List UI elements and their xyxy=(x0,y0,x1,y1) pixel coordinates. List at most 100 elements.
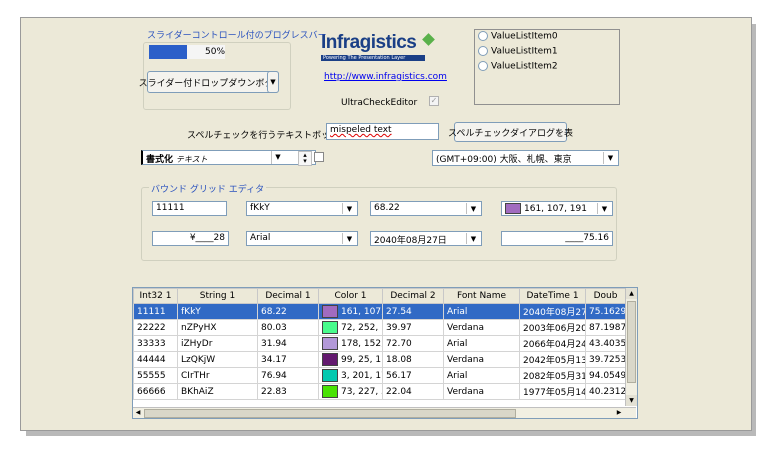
grid-cell-decimal2[interactable]: 22.04 xyxy=(382,383,444,400)
grid-cell-double[interactable]: 43.4035 xyxy=(585,335,626,352)
grid-cell-double[interactable]: 39.7253 xyxy=(585,351,626,368)
grid-cell-font[interactable]: Verdana xyxy=(443,319,520,336)
infragistics-link[interactable]: http://www.infragistics.com xyxy=(324,72,447,82)
grid-row[interactable]: 44444 LzQKjW 34.17 99, 25, 11 18.08 Verdana 20… xyxy=(133,351,626,368)
grid-cell-datetime[interactable]: 2003年06月20E xyxy=(519,319,586,336)
grid-row[interactable]: 33333 iZHyDr 31.94 178, 152, 72.70 Arial 2066年… xyxy=(133,335,626,352)
scroll-up-icon[interactable]: ▲ xyxy=(626,288,637,299)
formatted-dropdown-button[interactable]: ▼ xyxy=(271,151,284,164)
grid-cell-font[interactable]: Verdana xyxy=(443,351,520,368)
grid-cell-string[interactable]: LzQKjW xyxy=(177,351,258,368)
scroll-thumb[interactable] xyxy=(627,301,636,383)
grid-header-datetime[interactable]: DateTime 1 xyxy=(519,288,586,304)
check-editor-box[interactable]: ✓ xyxy=(429,96,439,106)
bound-string-editor[interactable]: fKkY ▼ xyxy=(246,201,358,216)
data-grid[interactable]: Int32 1 String 1 Decimal 1 Color 1 Decim… xyxy=(132,287,638,419)
grid-cell-double[interactable]: 94.0549 xyxy=(585,367,626,384)
grid-cell-color[interactable]: 72, 252, 1 xyxy=(318,319,383,336)
grid-header-color[interactable]: Color 1 xyxy=(318,288,383,304)
grid-cell-font[interactable]: Arial xyxy=(443,335,520,352)
bound-font-editor[interactable]: Arial ▼ xyxy=(246,231,358,246)
bound-editors-group xyxy=(141,187,617,261)
spell-textbox[interactable]: mispeled text xyxy=(326,123,439,140)
grid-cell-color[interactable]: 99, 25, 11 xyxy=(318,351,383,368)
bound-masked-editor[interactable]: ____75.16 xyxy=(501,231,613,246)
bound-date-editor[interactable]: 2040年08月27日 ▼ xyxy=(370,231,482,246)
formatted-text-editor[interactable]: 書式化 テキスト xyxy=(141,150,316,165)
slider-dropdown-button[interactable]: スライダー付ドロップダウンボタ xyxy=(139,71,279,93)
grid-cell-decimal1[interactable]: 76.94 xyxy=(257,367,319,384)
value-list-item-2[interactable]: ValueListItem2 xyxy=(478,61,558,72)
progress-bar[interactable]: 50% xyxy=(149,45,225,59)
grid-cell-decimal1[interactable]: 68.22 xyxy=(257,303,319,320)
grid-header-font[interactable]: Font Name xyxy=(443,288,520,304)
grid-header-decimal1[interactable]: Decimal 1 xyxy=(257,288,319,304)
grid-cell-font[interactable]: Verdana xyxy=(443,383,520,400)
bound-color-editor[interactable]: 161, 107, 191 ▼ xyxy=(501,201,613,216)
grid-cell-int[interactable]: 66666 xyxy=(133,383,178,400)
grid-horizontal-scrollbar[interactable]: ◀ ▶ xyxy=(133,407,636,418)
bound-decimal-value: 68.22 xyxy=(374,203,400,213)
scroll-left-icon[interactable]: ◀ xyxy=(133,408,143,418)
bound-currency-editor[interactable]: ¥____28 xyxy=(152,231,229,246)
grid-cell-decimal2[interactable]: 56.17 xyxy=(382,367,444,384)
spin-up-down-icon[interactable]: ▴ ▾ xyxy=(298,151,312,166)
bound-int-editor[interactable]: 11111 xyxy=(152,201,227,216)
grid-cell-color[interactable]: 73, 227, 5 xyxy=(318,383,383,400)
grid-cell-color[interactable]: 3, 201, 17 xyxy=(318,367,383,384)
grid-cell-string[interactable]: fKkY xyxy=(177,303,258,320)
grid-cell-decimal1[interactable]: 80.03 xyxy=(257,319,319,336)
value-list-item-0[interactable]: ValueListItem0 xyxy=(478,31,558,42)
grid-table: Int32 1 String 1 Decimal 1 Color 1 Decim… xyxy=(133,288,626,400)
grid-vertical-scrollbar[interactable]: ▲ ▼ xyxy=(625,288,637,406)
scroll-hthumb[interactable] xyxy=(144,409,516,418)
grid-cell-datetime[interactable]: 1977年05月14E xyxy=(519,383,586,400)
grid-cell-double[interactable]: 40.2312 xyxy=(585,383,626,400)
grid-cell-decimal1[interactable]: 31.94 xyxy=(257,335,319,352)
scroll-down-icon[interactable]: ▼ xyxy=(626,395,637,406)
grid-row[interactable]: 11111 fKkY 68.22 161, 107, 27.54 Arial 2040年08… xyxy=(133,303,626,320)
grid-cell-datetime[interactable]: 2040年08月27E xyxy=(519,303,586,320)
grid-cell-string[interactable]: nZPyHX xyxy=(177,319,258,336)
color-swatch xyxy=(322,305,338,318)
grid-header-string[interactable]: String 1 xyxy=(177,288,258,304)
dropdown-arrow-button[interactable]: ▼ xyxy=(267,71,279,93)
grid-row[interactable]: 66666 BKhAiZ 22.83 73, 227, 5 22.04 Verdana 19… xyxy=(133,383,626,400)
grid-cell-decimal1[interactable]: 34.17 xyxy=(257,351,319,368)
grid-cell-font[interactable]: Arial xyxy=(443,303,520,320)
spell-dialog-button[interactable]: スペルチェックダイアログを表 xyxy=(448,122,573,142)
grid-cell-int[interactable]: 11111 xyxy=(133,303,178,320)
grid-header-decimal2[interactable]: Decimal 2 xyxy=(382,288,444,304)
bound-decimal-editor[interactable]: 68.22 ▼ xyxy=(370,201,482,216)
timezone-select[interactable]: (GMT+09:00) 大阪、札幌、東京 ▼ xyxy=(432,150,619,166)
grid-cell-int[interactable]: 22222 xyxy=(133,319,178,336)
grid-cell-color[interactable]: 161, 107, xyxy=(318,303,383,320)
grid-cell-decimal2[interactable]: 72.70 xyxy=(382,335,444,352)
grid-header-double[interactable]: Doub xyxy=(585,288,626,304)
color-swatch xyxy=(322,321,338,334)
grid-cell-datetime[interactable]: 2066年04月24E xyxy=(519,335,586,352)
grid-row[interactable]: 22222 nZPyHX 80.03 72, 252, 1 39.97 Verdana 20… xyxy=(133,319,626,336)
grid-cell-int[interactable]: 44444 xyxy=(133,351,178,368)
grid-cell-font[interactable]: Arial xyxy=(443,367,520,384)
grid-cell-decimal2[interactable]: 39.97 xyxy=(382,319,444,336)
grid-header-int[interactable]: Int32 1 xyxy=(133,288,178,304)
formatted-checkbox[interactable] xyxy=(314,152,324,162)
grid-cell-datetime[interactable]: 2042年05月13E xyxy=(519,351,586,368)
scroll-right-icon[interactable]: ▶ xyxy=(614,408,624,418)
grid-cell-color[interactable]: 178, 152, xyxy=(318,335,383,352)
value-list-item-1[interactable]: ValueListItem1 xyxy=(478,46,558,57)
grid-cell-int[interactable]: 55555 xyxy=(133,367,178,384)
grid-cell-string[interactable]: CIrTHr xyxy=(177,367,258,384)
grid-cell-decimal2[interactable]: 27.54 xyxy=(382,303,444,320)
grid-cell-int[interactable]: 33333 xyxy=(133,335,178,352)
grid-cell-double[interactable]: 75.1629 xyxy=(585,303,626,320)
bound-font-value: Arial xyxy=(250,233,271,243)
grid-cell-double[interactable]: 87.1987 xyxy=(585,319,626,336)
grid-row[interactable]: 55555 CIrTHr 76.94 3, 201, 17 56.17 Arial 2082… xyxy=(133,367,626,384)
grid-cell-decimal1[interactable]: 22.83 xyxy=(257,383,319,400)
grid-cell-decimal2[interactable]: 18.08 xyxy=(382,351,444,368)
grid-cell-string[interactable]: iZHyDr xyxy=(177,335,258,352)
grid-cell-string[interactable]: BKhAiZ xyxy=(177,383,258,400)
grid-cell-datetime[interactable]: 2082年05月31E xyxy=(519,367,586,384)
